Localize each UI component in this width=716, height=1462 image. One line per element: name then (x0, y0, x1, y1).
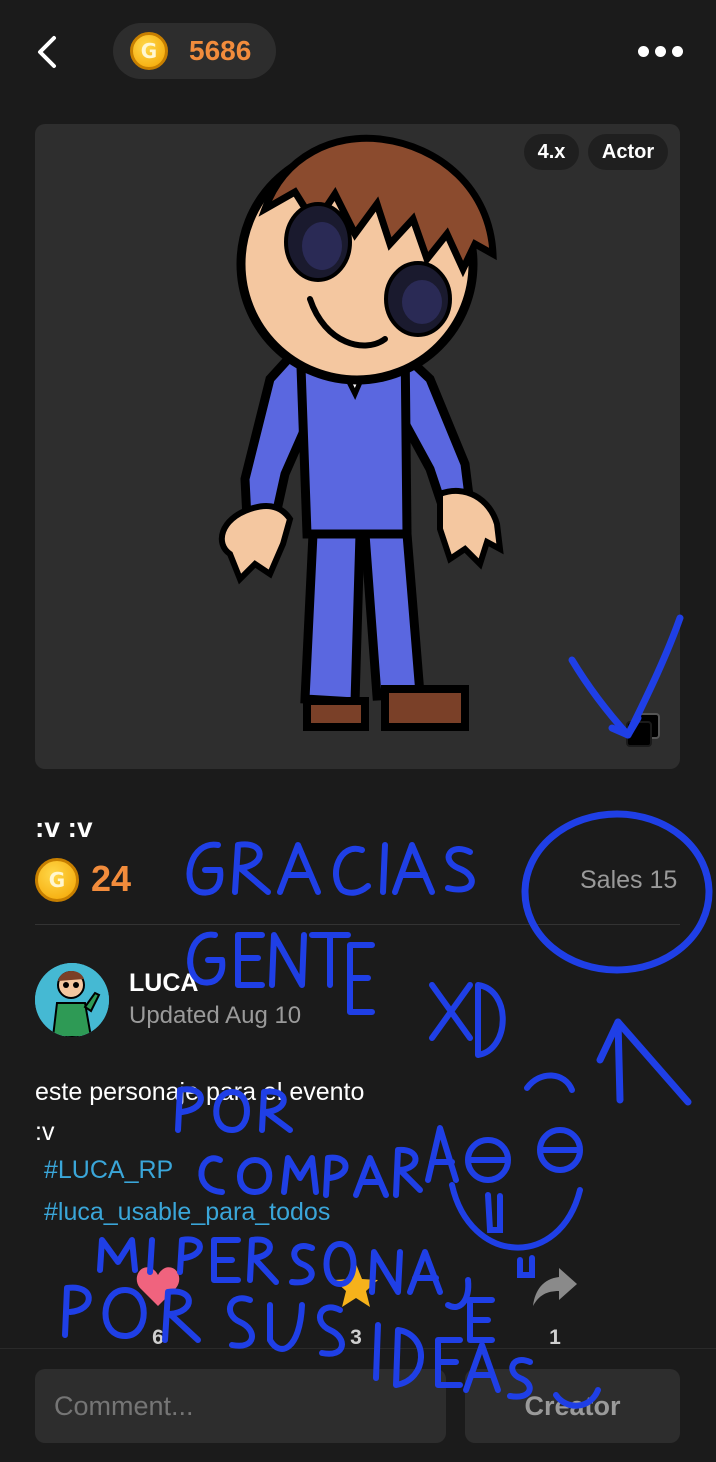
share-button[interactable]: 1 (525, 1262, 585, 1354)
like-count: 6 (152, 1326, 164, 1349)
favorite-button[interactable]: 3 (326, 1262, 386, 1354)
divider (0, 1348, 716, 1349)
avatar[interactable] (35, 963, 109, 1037)
description-line: este personaje para el evento (35, 1078, 365, 1106)
type-tag: Actor (588, 134, 668, 170)
author-name[interactable]: LUCA (129, 969, 198, 998)
favorite-count: 3 (350, 1326, 362, 1349)
item-price: 24 (91, 858, 132, 899)
like-button[interactable]: 6 (128, 1262, 188, 1354)
coin-balance: 5686 (189, 35, 252, 66)
heart-icon (136, 1267, 180, 1306)
share-count: 1 (549, 1326, 561, 1349)
version-tag: 4.x (524, 134, 579, 170)
creator-button[interactable]: Creator (465, 1369, 680, 1443)
more-dots-icon[interactable] (636, 46, 684, 58)
comment-input[interactable] (35, 1369, 446, 1443)
character-artwork[interactable]: 4.x Actor (35, 124, 680, 769)
description: este personaje para el evento :v (35, 1072, 364, 1152)
divider (35, 924, 680, 925)
description-line: :v (35, 1118, 55, 1146)
item-title: :v :v (35, 812, 93, 843)
updated-date: Updated Aug 10 (129, 1002, 302, 1029)
avatar-image (35, 963, 109, 1037)
hashtag-link[interactable]: #LUCA_RP (44, 1156, 173, 1185)
sales-count: Sales 15 (580, 866, 678, 894)
layers-icon[interactable] (623, 710, 663, 750)
star-icon (334, 1264, 378, 1307)
back-arrow-icon[interactable] (30, 34, 66, 70)
coin-icon (130, 32, 168, 70)
coin-balance-pill[interactable]: 5686 (113, 23, 276, 79)
top-bar: 5686 (0, 0, 716, 104)
coin-icon (35, 858, 79, 902)
share-icon (533, 1268, 577, 1306)
character-drawing (218, 134, 504, 731)
hashtag-link[interactable]: #luca_usable_para_todos (44, 1198, 330, 1227)
